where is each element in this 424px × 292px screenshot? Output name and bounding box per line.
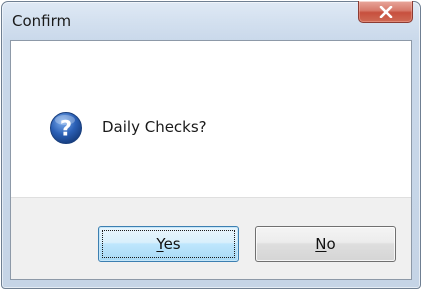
yes-label-rest: es [163,235,181,253]
yes-button[interactable]: Yes [98,226,239,262]
svg-text:?: ? [60,117,72,141]
message-area: ? Daily Checks? [11,41,411,197]
no-button-label: No [315,235,335,253]
no-accelerator: N [315,235,327,253]
no-button[interactable]: No [255,226,396,262]
button-bar: Yes No [11,197,411,279]
yes-button-label: Yes [156,235,180,253]
dialog-message: Daily Checks? [102,118,207,136]
question-icon: ? [50,112,82,144]
yes-accelerator: Y [156,235,164,253]
no-label-rest: o [326,235,336,253]
dialog-client-area: ? Daily Checks? Yes No [10,40,412,280]
window-title: Confirm [12,12,72,30]
confirm-dialog-window: Confirm ? Daily Checks? Yes No [1,1,421,289]
close-button[interactable] [358,1,413,23]
close-icon [379,5,392,18]
